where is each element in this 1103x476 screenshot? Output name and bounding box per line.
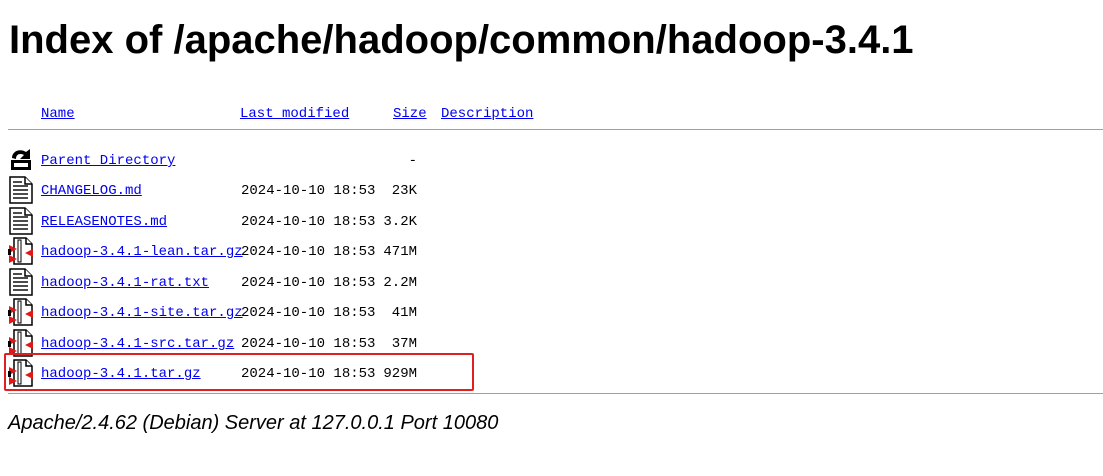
file-link[interactable]: hadoop-3.4.1-site.tar.gz bbox=[41, 304, 243, 322]
last-modified: 2024-10-10 18:53 bbox=[241, 305, 376, 321]
list-item: CHANGELOG.md 2024-10-10 18:53 23K bbox=[0, 176, 1103, 206]
file-size: 37M bbox=[391, 336, 417, 352]
back-icon bbox=[8, 146, 34, 174]
list-item: Parent Directory - bbox=[0, 146, 1103, 176]
file-size: - bbox=[408, 153, 417, 169]
text-file-icon bbox=[8, 268, 34, 296]
file-link[interactable]: CHANGELOG.md bbox=[41, 182, 142, 200]
list-item: hadoop-3.4.1-site.tar.gz 2024-10-10 18:5… bbox=[0, 298, 1103, 328]
file-size: 41M bbox=[391, 305, 417, 321]
selection-highlight-box bbox=[4, 353, 474, 391]
list-item: RELEASENOTES.md 2024-10-10 18:53 3.2K bbox=[0, 207, 1103, 237]
compressed-file-icon bbox=[8, 298, 34, 326]
file-link[interactable]: RELEASENOTES.md bbox=[41, 213, 167, 231]
footer-divider bbox=[8, 393, 1103, 394]
last-modified: 2024-10-10 18:53 bbox=[241, 183, 376, 199]
text-file-icon bbox=[8, 176, 34, 204]
parent-directory-link[interactable]: Parent Directory bbox=[41, 152, 175, 170]
sort-by-size-link[interactable]: Size bbox=[393, 104, 427, 124]
server-signature: Apache/2.4.62 (Debian) Server at 127.0.0… bbox=[8, 412, 499, 434]
last-modified: 2024-10-10 18:53 bbox=[241, 214, 376, 230]
last-modified: 2024-10-10 18:53 bbox=[241, 244, 376, 260]
file-link[interactable]: hadoop-3.4.1-src.tar.gz bbox=[41, 335, 234, 353]
file-size: 23K bbox=[391, 183, 417, 199]
file-link[interactable]: hadoop-3.4.1-lean.tar.gz bbox=[41, 243, 243, 261]
page-title: Index of /apache/hadoop/common/hadoop-3.… bbox=[9, 18, 914, 62]
sort-by-description-link[interactable]: Description bbox=[441, 104, 533, 124]
text-file-icon bbox=[8, 207, 34, 235]
header-divider bbox=[8, 129, 1103, 130]
file-size: 471M bbox=[383, 244, 417, 260]
sort-by-last-modified-link[interactable]: Last modified bbox=[240, 104, 349, 124]
file-link[interactable]: hadoop-3.4.1-rat.txt bbox=[41, 274, 209, 292]
list-item: hadoop-3.4.1-lean.tar.gz 2024-10-10 18:5… bbox=[0, 237, 1103, 267]
file-size: 2.2M bbox=[383, 275, 417, 291]
sort-by-name-link[interactable]: Name bbox=[41, 104, 75, 124]
list-item: hadoop-3.4.1-rat.txt 2024-10-10 18:53 2.… bbox=[0, 268, 1103, 298]
last-modified: 2024-10-10 18:53 bbox=[241, 336, 376, 352]
compressed-file-icon bbox=[8, 237, 34, 265]
last-modified: 2024-10-10 18:53 bbox=[241, 275, 376, 291]
file-size: 3.2K bbox=[383, 214, 417, 230]
